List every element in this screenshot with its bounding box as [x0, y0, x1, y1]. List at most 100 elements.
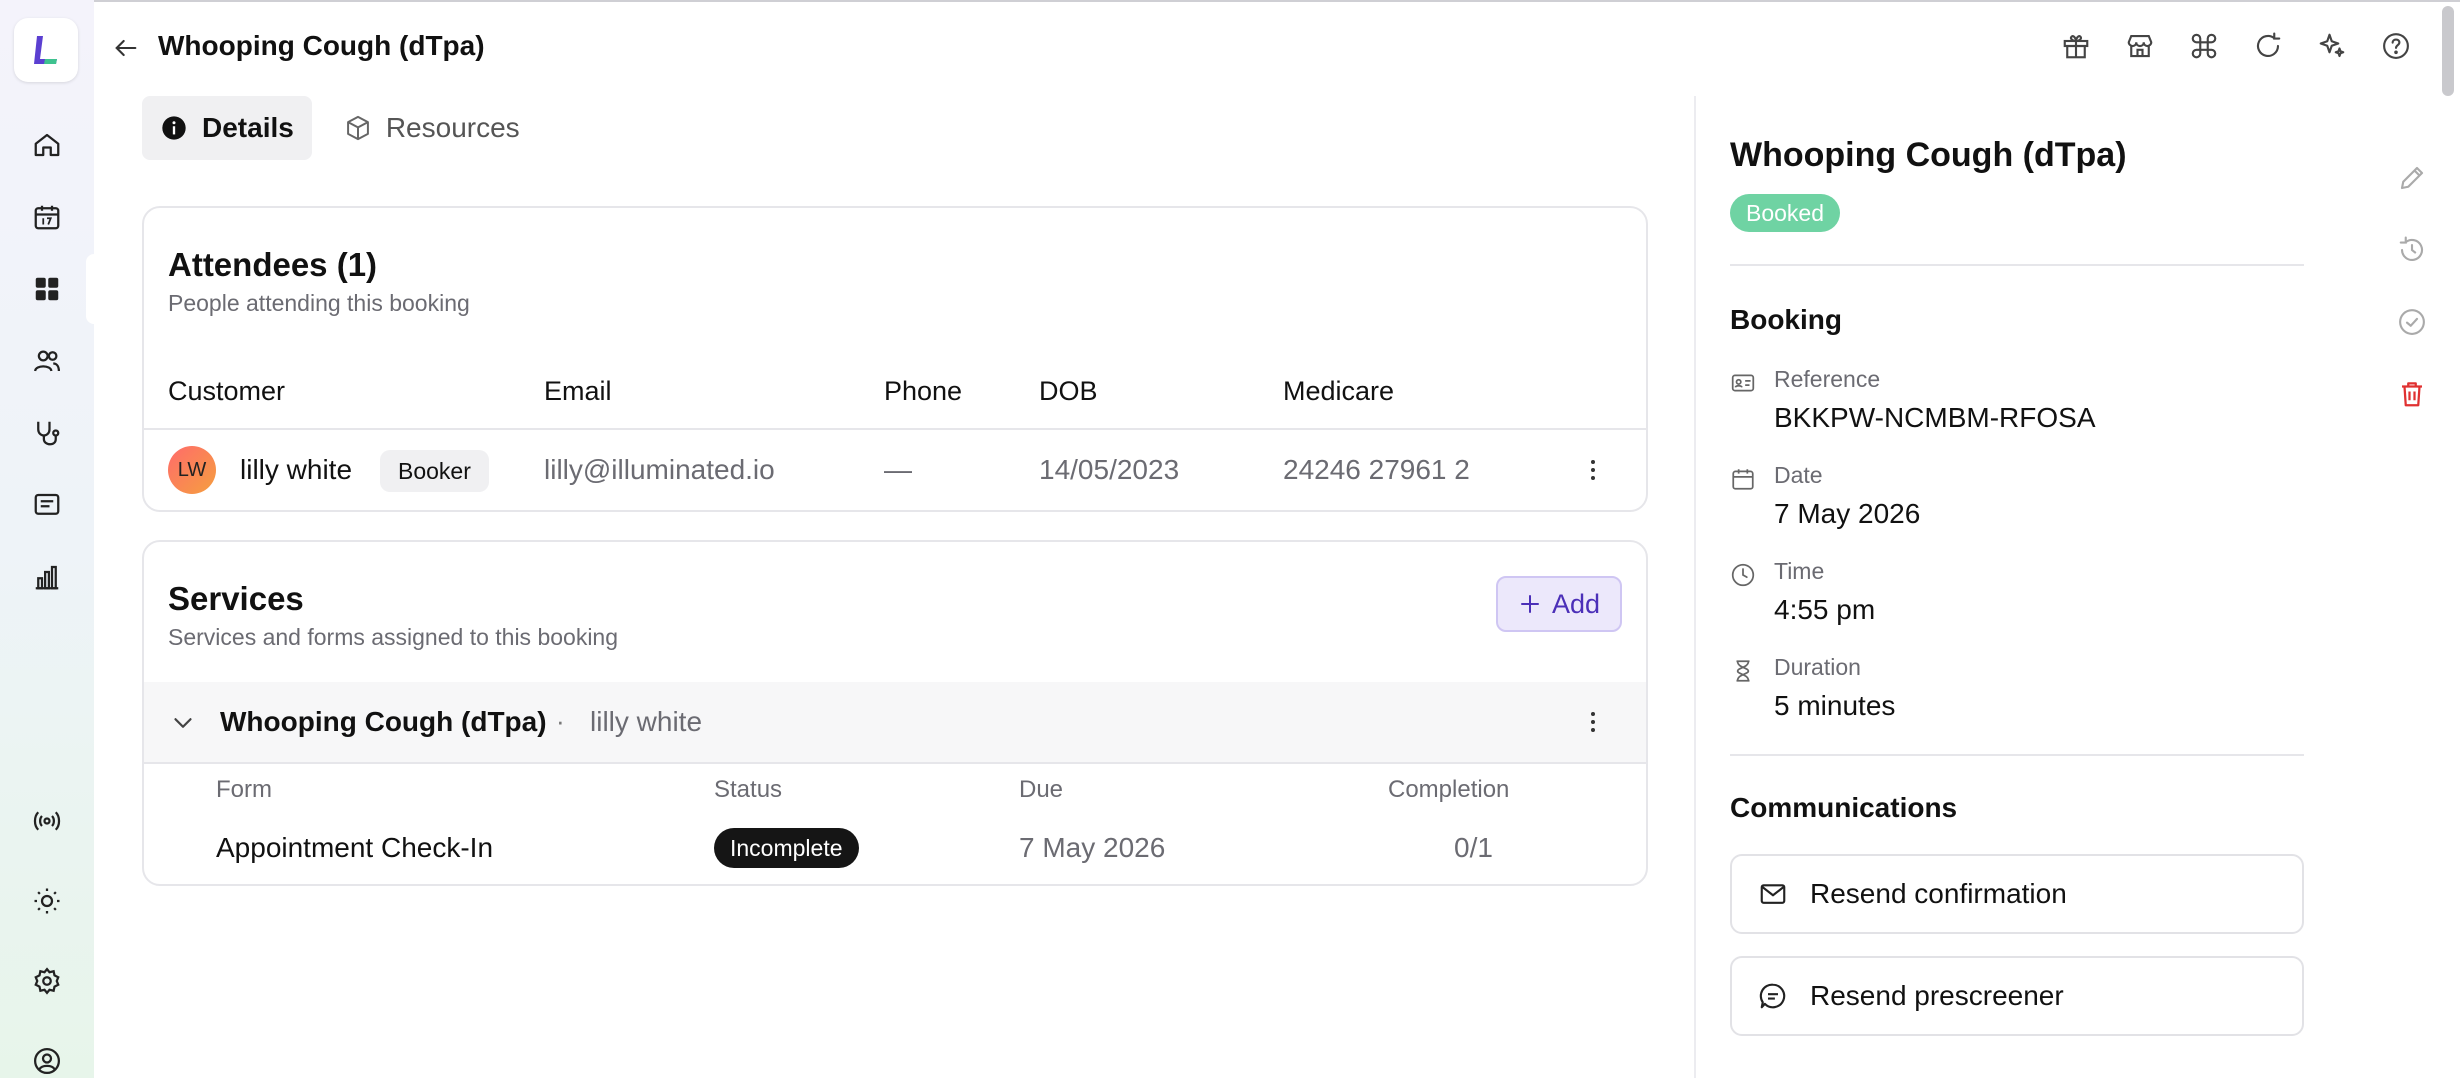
resend-confirmation-label: Resend confirmation	[1810, 878, 2067, 909]
page-title: Whooping Cough (dTpa)	[158, 30, 485, 61]
sidebar-item-people[interactable]	[0, 332, 94, 390]
info-icon	[162, 116, 186, 140]
stethoscope-icon	[37, 421, 60, 446]
sidebar-item-broadcast[interactable]	[0, 792, 94, 850]
back-button[interactable]	[110, 32, 142, 64]
store-button[interactable]	[2122, 28, 2158, 64]
refresh-button[interactable]	[2250, 28, 2286, 64]
theme-icon	[34, 888, 60, 914]
attendees-card: Attendees (1) People attending this book…	[142, 206, 1648, 512]
column-header-email: Email	[544, 376, 612, 406]
check-circle-icon	[2399, 309, 2425, 335]
clock-icon	[1731, 563, 1755, 587]
ai-button[interactable]	[2314, 28, 2350, 64]
header-actions	[2058, 28, 2414, 64]
hourglass-icon	[1736, 660, 1750, 682]
sidebar-item-dashboard[interactable]	[0, 254, 94, 324]
column-header-due: Due	[1019, 776, 1064, 803]
delete-button[interactable]	[2394, 376, 2430, 412]
row-menu-button[interactable]	[1578, 450, 1608, 490]
column-header-phone: Phone	[884, 376, 963, 406]
service-attendee: lilly white	[590, 706, 703, 737]
arrow-left-icon	[115, 39, 137, 57]
store-icon	[2127, 34, 2153, 58]
dashboard-icon	[35, 277, 59, 301]
column-header-status: Status	[714, 776, 783, 803]
services-subtitle: Services and forms assigned to this book…	[168, 624, 619, 650]
date-label: Date	[1774, 462, 1823, 488]
message-circle-icon	[1759, 983, 1786, 1009]
sidebar-item-calendar[interactable]	[0, 188, 94, 246]
calendar-icon	[1732, 469, 1754, 490]
customer-phone: —	[884, 454, 912, 485]
tab-label: Details	[202, 112, 294, 143]
resend-confirmation-button[interactable]: Resend confirmation	[1730, 854, 2304, 934]
status-badge: Incomplete	[714, 828, 859, 868]
table-divider	[144, 428, 1646, 430]
refresh-icon	[2256, 32, 2281, 57]
help-button[interactable]	[2378, 28, 2414, 64]
page-scrollbar[interactable]	[2442, 6, 2454, 96]
reports-icon	[35, 565, 59, 590]
pencil-icon	[2400, 166, 2424, 190]
panel-title: Whooping Cough (dTpa)	[1730, 136, 2127, 174]
command-button[interactable]	[2186, 28, 2222, 64]
sidebar-item-theme[interactable]	[0, 872, 94, 930]
sidebar-item-messages[interactable]	[0, 476, 94, 534]
service-name: Whooping Cough (dTpa)	[220, 706, 547, 737]
form-name[interactable]: Appointment Check-In	[216, 832, 493, 864]
customer-medicare: 24246 27961 2	[1283, 454, 1470, 485]
column-header-customer: Customer	[168, 376, 286, 406]
avatar: LW	[168, 446, 216, 494]
sidebar-item-settings[interactable]	[0, 952, 94, 1010]
tab-details[interactable]: Details	[142, 96, 312, 160]
calendar-icon	[34, 205, 60, 230]
form-due: 7 May 2026	[1019, 832, 1166, 863]
add-service-button[interactable]: Add	[1495, 576, 1622, 632]
sidebar-item-reports[interactable]	[0, 548, 94, 606]
reference-label: Reference	[1774, 366, 1881, 392]
booker-badge: Booker	[380, 450, 489, 492]
settings-icon	[34, 967, 60, 995]
top-border	[0, 0, 2460, 2]
sidebar-item-clinical[interactable]	[0, 404, 94, 462]
history-icon	[2399, 236, 2424, 261]
tab-label: Resources	[385, 112, 520, 143]
id-card-icon	[1731, 374, 1755, 392]
logo-icon	[34, 36, 57, 64]
service-separator: ·	[556, 706, 565, 736]
complete-button[interactable]	[2394, 304, 2430, 340]
booking-heading: Booking	[1730, 304, 1842, 335]
services-title: Services	[168, 580, 304, 617]
collapse-toggle[interactable]	[168, 708, 198, 738]
app-logo[interactable]	[14, 18, 78, 82]
column-header-form: Form	[216, 776, 272, 803]
gift-button[interactable]	[2058, 28, 2094, 64]
panel-divider	[1730, 754, 2304, 756]
date-value: 7 May 2026	[1774, 498, 1921, 529]
tab-bar: Details Resources	[142, 96, 538, 160]
app-window: Whooping Cough (dTpa) Details Resources	[0, 0, 2460, 1078]
services-card: Services Services and forms assigned to …	[142, 540, 1648, 886]
column-header-dob: DOB	[1039, 376, 1098, 406]
reschedule-button[interactable]	[2394, 232, 2430, 268]
resend-prescreener-button[interactable]: Resend prescreener	[1730, 956, 2304, 1036]
service-menu-button[interactable]	[1578, 702, 1608, 742]
plus-icon	[1520, 595, 1539, 613]
service-row[interactable]: Whooping Cough (dTpa) · lilly white	[144, 682, 1646, 764]
messages-icon	[34, 493, 60, 515]
cube-icon	[346, 115, 369, 141]
column-header-completion: Completion	[1388, 776, 1510, 803]
tab-resources[interactable]: Resources	[326, 96, 538, 160]
broadcast-icon	[33, 811, 61, 831]
gift-icon	[2063, 35, 2089, 59]
time-label: Time	[1774, 558, 1825, 584]
sidebar-item-profile[interactable]	[0, 1032, 94, 1078]
edit-button[interactable]	[2394, 160, 2430, 196]
attendees-title: Attendees (1)	[168, 246, 378, 283]
customer-name[interactable]: lilly white	[240, 454, 352, 486]
customer-email: lilly@illuminated.io	[544, 454, 775, 485]
duration-label: Duration	[1774, 654, 1861, 680]
sidebar-item-home[interactable]	[0, 116, 94, 174]
sidebar	[0, 0, 94, 1078]
